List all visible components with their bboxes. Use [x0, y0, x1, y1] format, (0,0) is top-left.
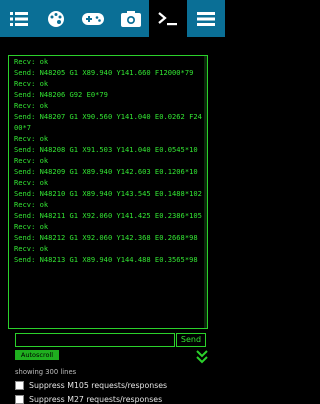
terminal-line: Recv: ok [14, 79, 49, 88]
terminal-line: Send: N48209 G1 X89.940 Y142.603 E0.1206… [14, 167, 198, 176]
top-toolbar [0, 0, 225, 37]
terminal-output[interactable]: Recv: ok Send: N48205 G1 X89.940 Y141.660… [8, 55, 208, 329]
palette-icon [47, 10, 64, 27]
terminal-line: Recv: ok [14, 57, 49, 66]
terminal-log: Recv: ok Send: N48205 G1 X89.940 Y141.660… [14, 56, 202, 265]
terminal-line: Send: N48207 G1 X90.560 Y141.040 E0.0262… [14, 112, 202, 132]
toolbar-button-gamepad[interactable] [74, 0, 112, 37]
terminal-line: Recv: ok [14, 178, 49, 187]
suppress-m105-checkbox[interactable] [15, 381, 24, 390]
terminal-line: Send: N48205 G1 X89.940 Y141.660 F12000*… [14, 68, 194, 77]
terminal-scrollbar[interactable] [204, 56, 207, 328]
terminal-line: Send: N48206 G92 E0*79 [14, 90, 108, 99]
terminal-line: Recv: ok [14, 244, 49, 253]
toolbar-button-camera[interactable] [112, 0, 149, 37]
gamepad-icon [82, 12, 104, 25]
terminal-line: Send: N48213 G1 X89.940 Y144.488 E0.3565… [14, 255, 198, 264]
toolbar-button-dashboard[interactable] [37, 0, 74, 37]
suppress-m105-label: Suppress M105 requests/responses [29, 381, 168, 390]
command-input[interactable] [15, 333, 175, 347]
terminal-line: Send: N48211 G1 X92.060 Y141.425 E0.2386… [14, 211, 202, 220]
suppress-m105-option[interactable]: Suppress M105 requests/responses [15, 381, 167, 390]
list-icon [9, 11, 28, 26]
terminal-line: Send: N48208 G1 X91.503 Y141.040 E0.0545… [14, 145, 198, 154]
terminal-line: Recv: ok [14, 156, 49, 165]
toolbar-button-terminal[interactable] [149, 0, 187, 37]
terminal-icon [158, 11, 177, 25]
terminal-line: Send: N48210 G1 X89.940 Y143.545 E0.1488… [14, 189, 202, 198]
terminal-line: Recv: ok [14, 134, 49, 143]
send-button[interactable]: Send [176, 333, 206, 347]
terminal-line: Send: N48212 G1 X92.060 Y142.368 E0.2668… [14, 233, 198, 242]
hamburger-icon [197, 11, 215, 26]
terminal-line: Recv: ok [14, 200, 49, 209]
terminal-line: Recv: ok [14, 222, 49, 231]
toolbar-button-list[interactable] [0, 0, 37, 37]
autoscroll-toggle-button[interactable]: Autoscroll [15, 350, 59, 360]
camera-icon [120, 10, 141, 27]
scroll-to-bottom-icon[interactable] [196, 350, 208, 364]
line-count-text: showing 300 lines [15, 368, 77, 376]
toolbar-button-menu[interactable] [187, 0, 225, 37]
terminal-line: Recv: ok [14, 101, 49, 110]
